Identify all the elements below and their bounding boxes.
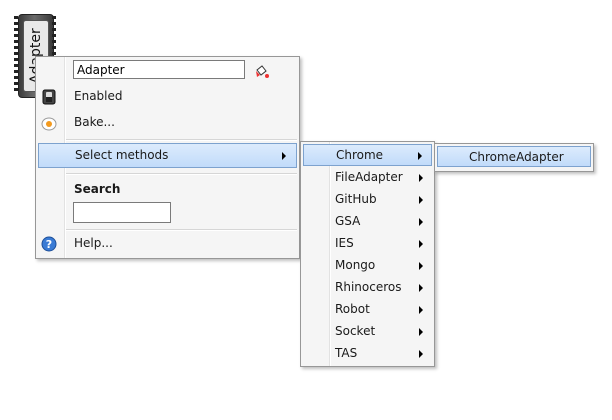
toggle-switch-icon (41, 89, 57, 105)
menu-item-help[interactable]: ? Help... (36, 233, 299, 255)
submenu-item-label: Socket (335, 324, 376, 338)
adapter-submenu: Chrome FileAdapter GitHub GSA IES Mongo … (300, 141, 435, 367)
enabled-label: Enabled (74, 89, 123, 103)
submenu-item-mongo[interactable]: Mongo (301, 255, 434, 277)
submenu-item-ies[interactable]: IES (301, 233, 434, 255)
submenu-item-label: Chrome (336, 148, 384, 162)
submenu-item-label: Mongo (335, 258, 376, 272)
submenu-arrow-icon (419, 262, 423, 270)
submenu-arrow-icon (282, 152, 286, 160)
submenu-item-label: GSA (335, 214, 361, 228)
menu-item-select-methods[interactable]: Select methods (38, 143, 297, 168)
chrome-adapter-submenu: ChromeAdapter (434, 143, 594, 172)
submenu-item-chrome[interactable]: Chrome (303, 144, 432, 166)
menu-separator (66, 173, 297, 175)
bake-label: Bake... (74, 115, 115, 129)
submenu-item-label: Rhinoceros (335, 280, 402, 294)
submenu-arrow-icon (419, 218, 423, 226)
submenu-arrow-icon (419, 306, 423, 314)
submenu-item-label: Robot (335, 302, 370, 316)
submenu-item-github[interactable]: GitHub (301, 189, 434, 211)
search-heading: Search (74, 182, 121, 196)
submenu-arrow-icon (418, 152, 422, 160)
submenu-arrow-icon (419, 284, 423, 292)
submenu-item-socket[interactable]: Socket (301, 321, 434, 343)
submenu-item-label: FileAdapter (335, 170, 403, 184)
component-name-input[interactable] (73, 60, 245, 79)
submenu-item-tas[interactable]: TAS (301, 343, 434, 365)
submenu-arrow-icon (419, 174, 423, 182)
submenu-item-label: TAS (335, 346, 358, 360)
bake-egg-icon (41, 115, 57, 131)
help-icon: ? (41, 236, 57, 252)
submenu-arrow-icon (419, 240, 423, 248)
submenu-item-rhinoceros[interactable]: Rhinoceros (301, 277, 434, 299)
submenu-item-robot[interactable]: Robot (301, 299, 434, 321)
submenu-arrow-icon (419, 196, 423, 204)
submenu-item-label: IES (335, 236, 354, 250)
svg-text:?: ? (46, 238, 52, 251)
submenu-item-label: GitHub (335, 192, 377, 206)
submenu-arrow-icon (419, 350, 423, 358)
submenu-arrow-icon (419, 328, 423, 336)
menu-separator (66, 229, 297, 231)
paint-bucket-icon[interactable] (254, 64, 270, 80)
menu-item-bake[interactable]: Bake... (36, 112, 299, 134)
help-label: Help... (74, 236, 113, 250)
submenu-item-fileadapter[interactable]: FileAdapter (301, 167, 434, 189)
submenu-item-label: ChromeAdapter (469, 150, 564, 164)
menu-item-enabled[interactable]: Enabled (36, 86, 299, 108)
select-methods-label: Select methods (75, 148, 169, 162)
search-heading-row: Search (36, 179, 299, 201)
submenu-item-gsa[interactable]: GSA (301, 211, 434, 233)
search-input[interactable] (73, 202, 171, 223)
context-menu: Enabled Bake... Select methods Search ? … (35, 56, 300, 259)
submenu-item-chromeadapter[interactable]: ChromeAdapter (437, 146, 591, 167)
menu-separator (66, 139, 297, 141)
